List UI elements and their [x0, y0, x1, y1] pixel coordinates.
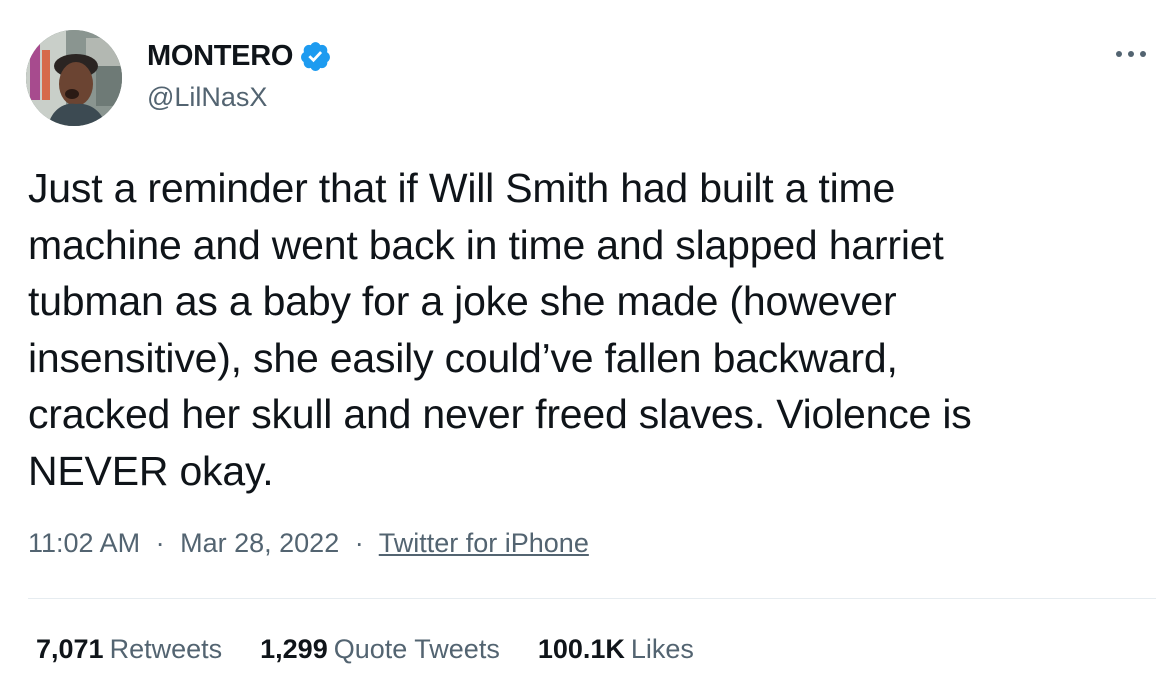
likes-count: 100.1K	[537, 634, 625, 664]
tweet-text-line: NEVER okay.	[28, 447, 274, 494]
tweet-time[interactable]: 11:02 AM	[28, 528, 140, 558]
quote-tweets-label: Quote Tweets	[333, 634, 500, 664]
author-name-row: MONTERO	[147, 38, 332, 74]
divider	[28, 598, 1156, 599]
author-display-name[interactable]: MONTERO	[147, 40, 293, 73]
tweet-text-line: cracked her skull and never freed slaves…	[28, 391, 972, 437]
meta-separator: ·	[155, 528, 165, 558]
more-dot	[1116, 51, 1122, 57]
more-options-icon[interactable]	[1116, 44, 1146, 64]
tweet-text-line: Just a reminder that if Will Smith had b…	[28, 165, 896, 211]
retweets-stat[interactable]: 7,071 Retweets	[36, 634, 222, 665]
likes-label: Likes	[630, 634, 694, 664]
tweet-text-line: machine and went back in time and slappe…	[28, 221, 944, 268]
tweet-text-line: tubman as a baby for a joke she made (ho…	[28, 278, 897, 324]
tweet-text-line: insensitive), she easily could’ve fallen…	[28, 334, 898, 381]
retweets-count: 7,071	[36, 634, 104, 664]
verified-badge-icon	[299, 40, 332, 73]
avatar[interactable]	[26, 30, 122, 126]
tweet-card: MONTERO @LilNasX Just a reminder that if…	[0, 0, 1156, 698]
meta-separator: ·	[354, 528, 364, 558]
retweets-label: Retweets	[109, 634, 223, 664]
tweet-stats: 7,071 Retweets 1,299 Quote Tweets 100.1K Li…	[36, 634, 732, 665]
more-dot	[1140, 51, 1146, 57]
quote-tweets-stat[interactable]: 1,299 Quote Tweets	[260, 634, 500, 665]
tweet-text: Just a reminder that if Will Smith had b…	[28, 160, 1138, 499]
tweet-source-link[interactable]: Twitter for iPhone	[379, 528, 589, 558]
quote-tweets-count: 1,299	[260, 634, 328, 664]
tweet-metadata: 11:02 AM · Mar 28, 2022 · Twitter for iP…	[28, 528, 589, 559]
likes-stat[interactable]: 100.1K Likes	[538, 634, 694, 665]
author-handle[interactable]: @LilNasX	[147, 82, 267, 113]
more-dot	[1128, 51, 1134, 57]
tweet-date[interactable]: Mar 28, 2022	[180, 528, 339, 558]
avatar-image	[26, 30, 122, 126]
